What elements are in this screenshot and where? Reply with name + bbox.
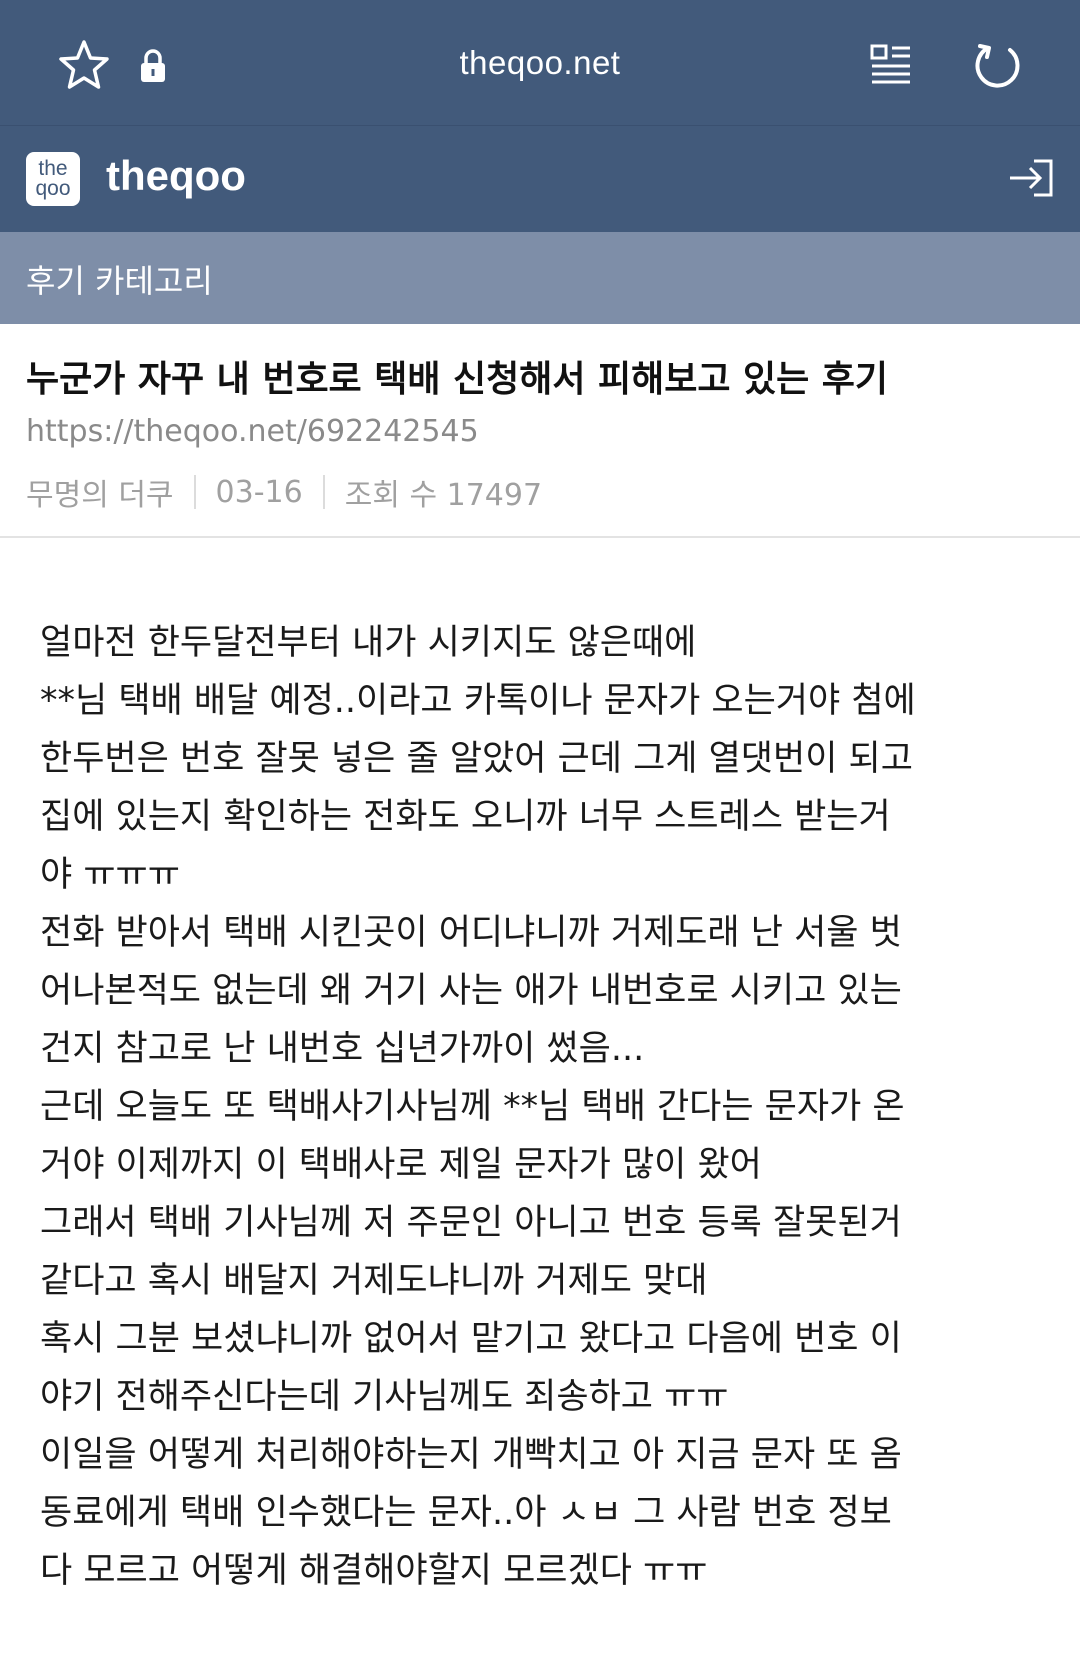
body-line: 혹시 그분 보셨냐니까 없어서 맡기고 왔다고 다음에 번호 이 xyxy=(40,1319,902,1359)
post-views: 조회 수 17497 xyxy=(344,478,543,513)
post-meta: 무명의 더쿠 03-16 조회 수 17497 xyxy=(26,470,542,514)
category-label[interactable]: 후기 카테고리 xyxy=(26,256,213,302)
body-line: 야 ㅠㅠㅠ xyxy=(40,855,180,895)
address-bar-url[interactable]: theqoo.net xyxy=(0,44,1080,82)
body-line: 얼마전 한두달전부터 내가 시키지도 않은때에 xyxy=(40,623,697,663)
post-link[interactable]: https://theqoo.net/692242545 xyxy=(26,414,479,449)
body-line: 거야 이제까지 이 택배사로 제일 문자가 많이 왔어 xyxy=(40,1145,762,1185)
body-line: 야기 전해주신다는데 기사님께도 죄송하고 ㅠㅠ xyxy=(40,1377,729,1417)
reader-mode-icon[interactable] xyxy=(870,42,912,88)
site-name[interactable]: theqoo xyxy=(106,152,246,200)
body-line: 동료에게 택배 인수했다는 문자..아 ㅅㅂ 그 사람 번호 정보 xyxy=(40,1493,892,1533)
logo-text-bottom: qoo xyxy=(35,177,71,200)
meta-divider xyxy=(322,475,325,509)
body-line: 그래서 택배 기사님께 저 주문인 아니고 번호 등록 잘못된거 xyxy=(40,1203,902,1243)
meta-divider xyxy=(193,475,196,509)
body-line: 건지 참고로 난 내번호 십년가까이 썼음... xyxy=(40,1029,645,1069)
body-line: 다 모르고 어떻게 해결해야할지 모르겠다 ㅠㅠ xyxy=(40,1551,708,1591)
post-header: 누군가 자꾸 내 번호로 택배 신청해서 피해보고 있는 후기 https://… xyxy=(0,324,1080,538)
site-logo[interactable]: the qoo xyxy=(26,152,80,206)
post-body: 얼마전 한두달전부터 내가 시키지도 않은때에 **님 택배 배달 예정..이라… xyxy=(40,614,1050,1600)
category-bar: 후기 카테고리 xyxy=(0,232,1080,324)
post-title: 누군가 자꾸 내 번호로 택배 신청해서 피해보고 있는 후기 xyxy=(26,359,889,400)
body-line: 이일을 어떻게 처리해야하는지 개빡치고 아 지금 문자 또 옴 xyxy=(40,1435,902,1475)
site-header: the qoo theqoo xyxy=(0,126,1080,232)
logo-text-top: the xyxy=(38,157,68,180)
body-line: 같다고 혹시 배달지 거제도냐니까 거제도 맞대 xyxy=(40,1261,708,1301)
browser-toolbar: theqoo.net xyxy=(0,0,1080,126)
body-line: **님 택배 배달 예정..이라고 카톡이나 문자가 오는거야 첨에 xyxy=(40,681,916,721)
body-line: 집에 있는지 확인하는 전화도 오니까 너무 스트레스 받는거 xyxy=(40,797,891,837)
post-author: 무명의 더쿠 xyxy=(26,478,174,513)
body-line: 어나본적도 없는데 왜 거기 사는 애가 내번호로 시키고 있는 xyxy=(40,971,902,1011)
body-line: 한두번은 번호 잘못 넣은 줄 알았어 근데 그게 열댓번이 되고 xyxy=(40,739,913,779)
body-line: 근데 오늘도 또 택배사기사님께 **님 택배 간다는 문자가 온 xyxy=(40,1087,905,1127)
body-line: 전화 받아서 택배 시킨곳이 어디냐니까 거제도래 난 서울 벗 xyxy=(40,913,902,953)
login-icon[interactable] xyxy=(1008,158,1054,198)
post-date: 03-16 xyxy=(215,474,303,510)
reload-icon[interactable] xyxy=(970,40,1022,92)
